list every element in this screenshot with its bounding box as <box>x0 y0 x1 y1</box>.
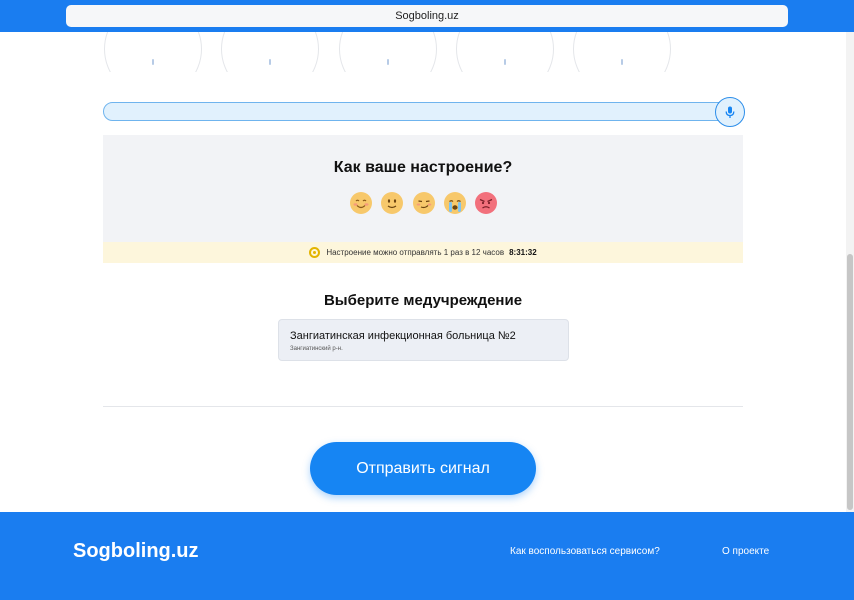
footer-link-about[interactable]: О проекте <box>722 546 769 557</box>
mood-notice-text: Настроение можно отправлять 1 раз в 12 ч… <box>326 248 505 257</box>
mood-timer: 8:31:32 <box>509 248 537 257</box>
mood-notice: Настроение можно отправлять 1 раз в 12 ч… <box>103 242 743 263</box>
institution-card[interactable]: Зангиатинская инфекционная больница №2 З… <box>278 319 569 361</box>
gauge-tick-icon <box>152 59 154 65</box>
institution-name: Зангиатинская инфекционная больница №2 <box>290 330 516 342</box>
smirk-emoji-icon[interactable] <box>413 192 435 214</box>
microphone-button[interactable] <box>715 97 745 127</box>
scrollbar-thumb[interactable] <box>847 254 853 510</box>
gauge-2[interactable] <box>221 32 319 72</box>
gauge-tick-icon <box>621 59 623 65</box>
crying-emoji-icon[interactable] <box>444 192 466 214</box>
browser-top-bar: Sogboling.uz <box>0 0 854 32</box>
institution-district: Зангиатинский р-н. <box>290 346 343 352</box>
mood-title: Как ваше настроение? <box>333 159 513 176</box>
footer-logo[interactable]: Sogboling.uz <box>73 540 199 563</box>
gauge-tick-icon <box>269 59 271 65</box>
slight-smile-emoji-icon[interactable] <box>381 192 403 214</box>
smiling-blush-emoji-icon[interactable] <box>350 192 372 214</box>
gauge-3[interactable] <box>339 32 437 72</box>
gauge-5[interactable] <box>573 32 671 72</box>
gauge-4[interactable] <box>456 32 554 72</box>
scrollbar[interactable] <box>846 32 854 512</box>
message-input[interactable] <box>103 102 743 121</box>
footer-link-how-to-use[interactable]: Как воспользоваться сервисом? <box>510 546 660 557</box>
footer: Sogboling.uz Как воспользоваться сервисо… <box>0 512 854 600</box>
angry-emoji-icon[interactable] <box>475 192 497 214</box>
gauge-tick-icon <box>387 59 389 65</box>
send-signal-button[interactable]: Отправить сигнал <box>310 442 536 495</box>
institution-heading: Выберите медучреждение <box>323 292 523 309</box>
address-bar[interactable]: Sogboling.uz <box>66 5 788 27</box>
microphone-icon <box>725 106 735 118</box>
gauge-row <box>0 32 846 72</box>
gauge-tick-icon <box>504 59 506 65</box>
mood-panel: Как ваше настроение? <box>103 135 743 242</box>
clock-icon <box>309 247 321 258</box>
divider <box>103 406 743 407</box>
gauge-1[interactable] <box>104 32 202 72</box>
